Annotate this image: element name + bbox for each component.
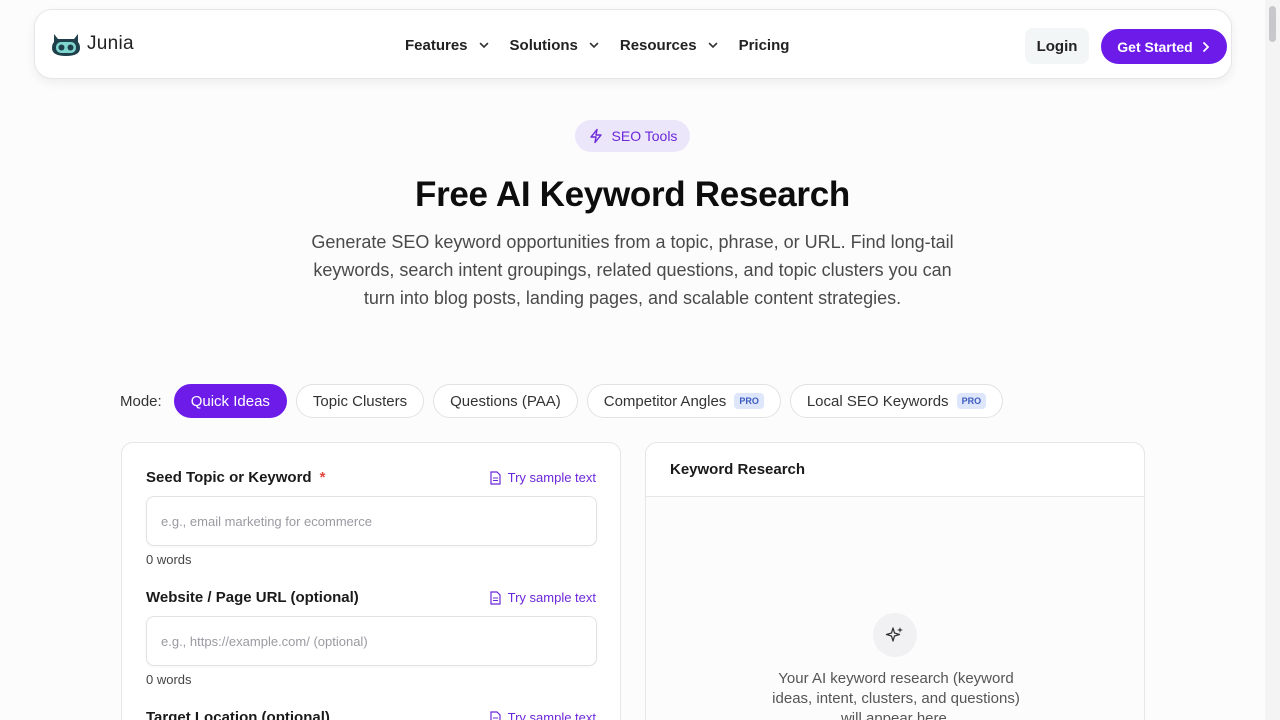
page-subtitle: Generate SEO keyword opportunities from …: [311, 232, 954, 308]
chevron-down-icon: [479, 42, 488, 49]
top-navbar: Junia Features Solutions Resources Prici…: [34, 9, 1232, 79]
document-icon: [490, 590, 501, 605]
seed-topic-input[interactable]: [146, 496, 597, 546]
results-card: Keyword Research Your AI keyword researc…: [645, 442, 1145, 720]
chevron-down-icon: [589, 42, 599, 49]
get-started-button[interactable]: Get Started: [1101, 29, 1227, 64]
mode-label: Mode:: [120, 392, 162, 410]
mode-option-label: Competitor Angles: [603, 392, 727, 410]
nav-item-resources[interactable]: Resources: [620, 37, 719, 54]
nav-item-features[interactable]: Features: [405, 37, 490, 54]
required-mark: *: [319, 469, 326, 486]
mode-competitor-angles[interactable]: Competitor Angles PRO: [586, 384, 781, 418]
login-button[interactable]: Login: [1025, 28, 1089, 64]
sparkle-badge: [873, 613, 917, 657]
chevron-down-icon: [708, 42, 717, 49]
get-started-label: Get Started: [1117, 38, 1193, 55]
try-sample-url-link[interactable]: Try sample text: [489, 590, 596, 605]
pro-badge: PRO: [956, 393, 987, 409]
seed-topic-label-text: Seed Topic or Keyword: [146, 469, 312, 486]
seed-word-count: 0 words: [146, 552, 192, 567]
seed-topic-label: Seed Topic or Keyword *: [146, 469, 325, 486]
try-sample-seed-link[interactable]: Try sample text: [489, 470, 596, 485]
document-icon: [490, 470, 501, 485]
robot-logo-icon: [52, 34, 80, 56]
mode-option-label: Local SEO Keywords: [806, 392, 949, 410]
brand-logo[interactable]: Junia: [49, 30, 134, 58]
badge-label: SEO Tools: [611, 128, 678, 144]
website-url-input[interactable]: [146, 616, 597, 666]
try-sample-label: Try sample text: [507, 470, 596, 485]
try-sample-label: Try sample text: [507, 710, 596, 720]
pro-badge: PRO: [734, 393, 764, 409]
mode-option-label: Quick Ideas: [190, 392, 270, 410]
sparkles-icon: [885, 627, 903, 642]
nav-item-label: Resources: [619, 36, 697, 54]
mode-option-label: Topic Clusters: [312, 392, 408, 410]
chevron-right-icon: [1202, 41, 1210, 52]
mode-option-label: Questions (PAA): [450, 392, 561, 410]
nav-item-label: Features: [405, 36, 468, 54]
mode-quick-ideas[interactable]: Quick Ideas: [173, 384, 287, 418]
seo-tools-badge: SEO Tools: [575, 120, 690, 152]
try-sample-location-link[interactable]: Try sample text: [489, 710, 596, 720]
brand-name: Junia: [87, 33, 134, 54]
document-icon: [490, 710, 501, 720]
lightning-icon: [589, 128, 602, 144]
main-menu: Features Solutions Resources Pricing: [405, 10, 809, 80]
mode-questions-paa[interactable]: Questions (PAA): [433, 384, 578, 418]
results-empty-message: Your AI keyword research (keyword ideas,…: [772, 670, 1020, 720]
target-location-label: Target Location (optional): [146, 709, 330, 720]
scrollbar-thumb[interactable]: [1269, 6, 1276, 42]
nav-item-label: Solutions: [509, 36, 578, 54]
page-scrollbar[interactable]: [1265, 0, 1280, 720]
website-url-label: Website / Page URL (optional): [146, 589, 359, 606]
try-sample-label: Try sample text: [507, 590, 596, 605]
input-form-card: Seed Topic or Keyword * Try sample text 0…: [121, 442, 621, 720]
mode-topic-clusters[interactable]: Topic Clusters: [295, 384, 425, 418]
nav-item-solutions[interactable]: Solutions: [510, 37, 600, 54]
nav-item-label: Pricing: [738, 36, 790, 54]
nav-item-pricing[interactable]: Pricing: [739, 37, 790, 54]
mode-selector: Mode: Quick Ideas Topic Clusters Questio…: [120, 384, 1012, 418]
results-header: Keyword Research: [646, 443, 1144, 497]
mode-local-seo-keywords[interactable]: Local SEO Keywords PRO: [789, 384, 1004, 418]
page-title: Free AI Keyword Research: [414, 175, 851, 214]
url-word-count: 0 words: [146, 672, 192, 687]
